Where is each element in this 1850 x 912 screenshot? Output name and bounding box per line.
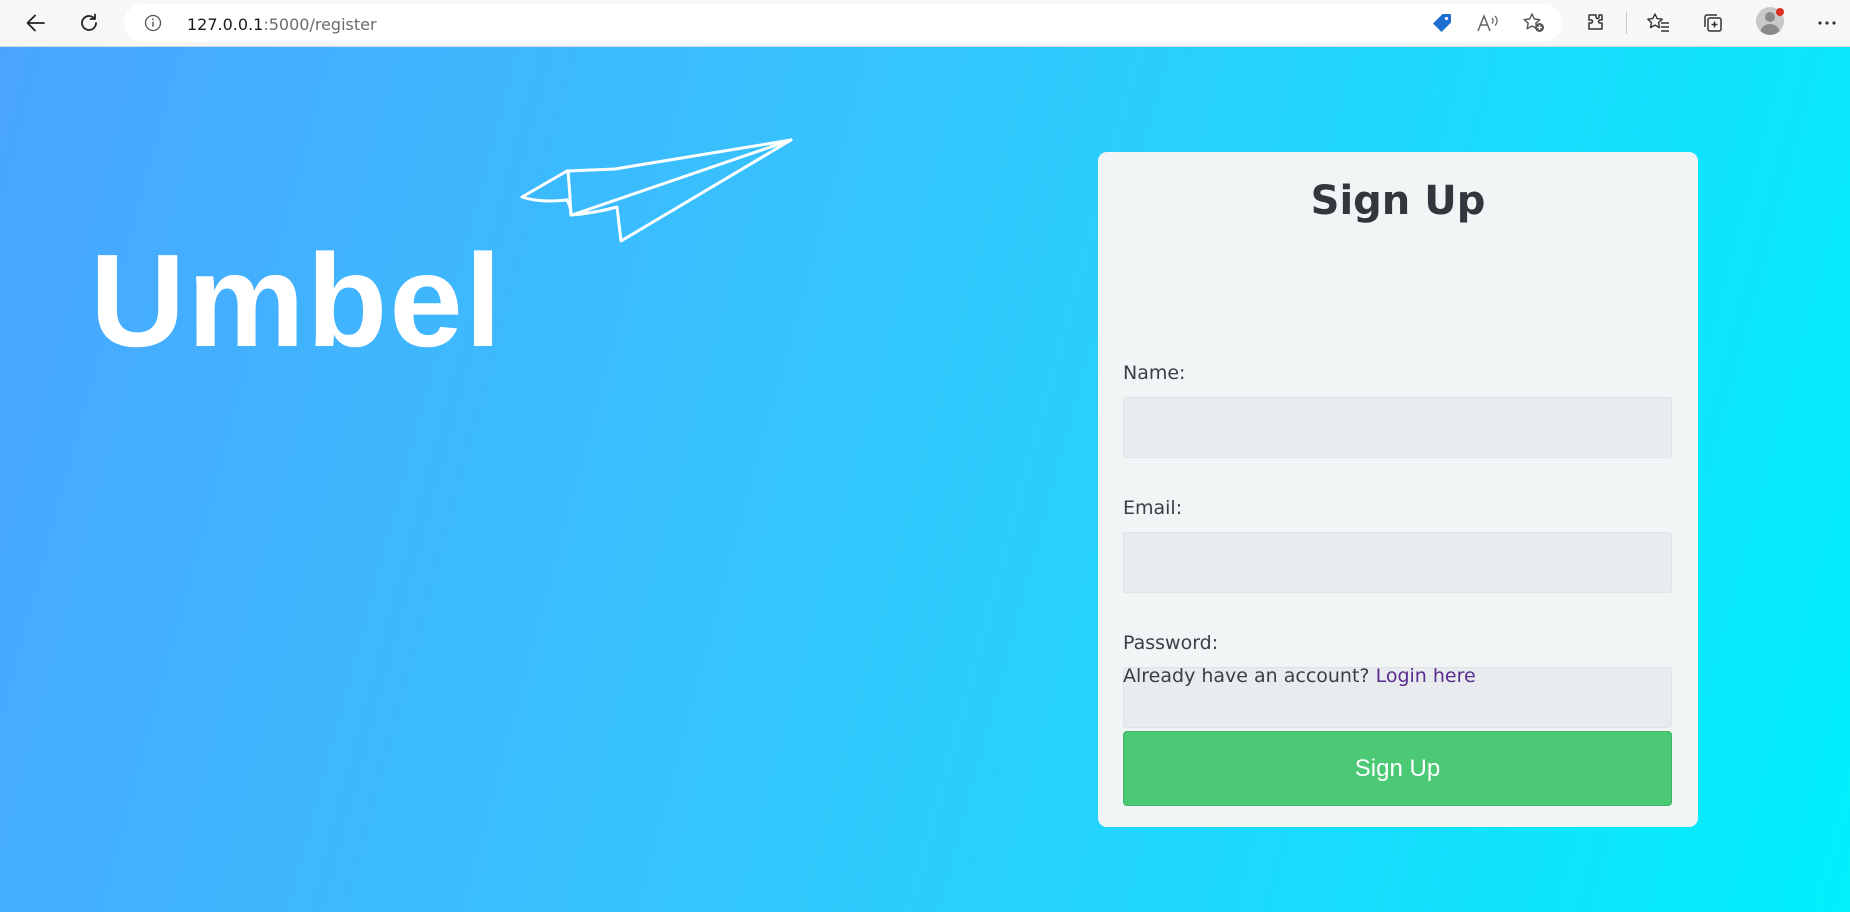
name-input[interactable] xyxy=(1123,397,1672,458)
back-icon[interactable] xyxy=(18,8,52,38)
notification-dot xyxy=(1776,8,1784,16)
avatar-body xyxy=(1760,24,1780,35)
login-prompt: Already have an account? Login here xyxy=(1123,665,1476,687)
password-label: Password: xyxy=(1123,632,1219,654)
url-path: :5000/register xyxy=(263,15,377,34)
brand-logo: Umbel xyxy=(90,137,793,397)
page-background: Umbel Sign Up Name: Email: Password: Alr… xyxy=(0,47,1850,912)
signup-card: Sign Up Name: Email: Password: Already h… xyxy=(1098,152,1698,827)
add-favorite-icon[interactable] xyxy=(1522,12,1546,34)
read-aloud-icon[interactable] xyxy=(1476,12,1500,34)
refresh-icon[interactable] xyxy=(72,8,106,38)
url-text: 127.0.0.1:5000/register xyxy=(187,15,377,34)
favorites-icon[interactable] xyxy=(1641,8,1675,38)
form-title: Sign Up xyxy=(1310,178,1486,224)
toolbar-divider xyxy=(1626,12,1627,34)
more-options-icon[interactable] xyxy=(1810,8,1844,38)
signup-button[interactable]: Sign Up xyxy=(1123,731,1672,806)
extensions-icon[interactable] xyxy=(1579,8,1613,38)
shopping-tag-icon[interactable] xyxy=(1430,12,1454,34)
name-label: Name: xyxy=(1123,362,1186,384)
url-host: 127.0.0.1 xyxy=(187,15,264,34)
account-prompt-text: Already have an account? xyxy=(1123,665,1376,687)
email-label: Email: xyxy=(1123,497,1183,519)
logo-wordmark: Umbel xyxy=(90,227,504,374)
email-input[interactable] xyxy=(1123,532,1672,593)
address-bar[interactable]: 127.0.0.1:5000/register xyxy=(124,4,1562,42)
paper-plane-icon xyxy=(520,138,793,243)
login-link[interactable]: Login here xyxy=(1376,665,1476,687)
browser-toolbar: 127.0.0.1:5000/register xyxy=(0,0,1850,47)
avatar-head xyxy=(1765,12,1775,22)
collections-icon[interactable] xyxy=(1696,8,1730,38)
info-icon[interactable] xyxy=(144,14,162,32)
